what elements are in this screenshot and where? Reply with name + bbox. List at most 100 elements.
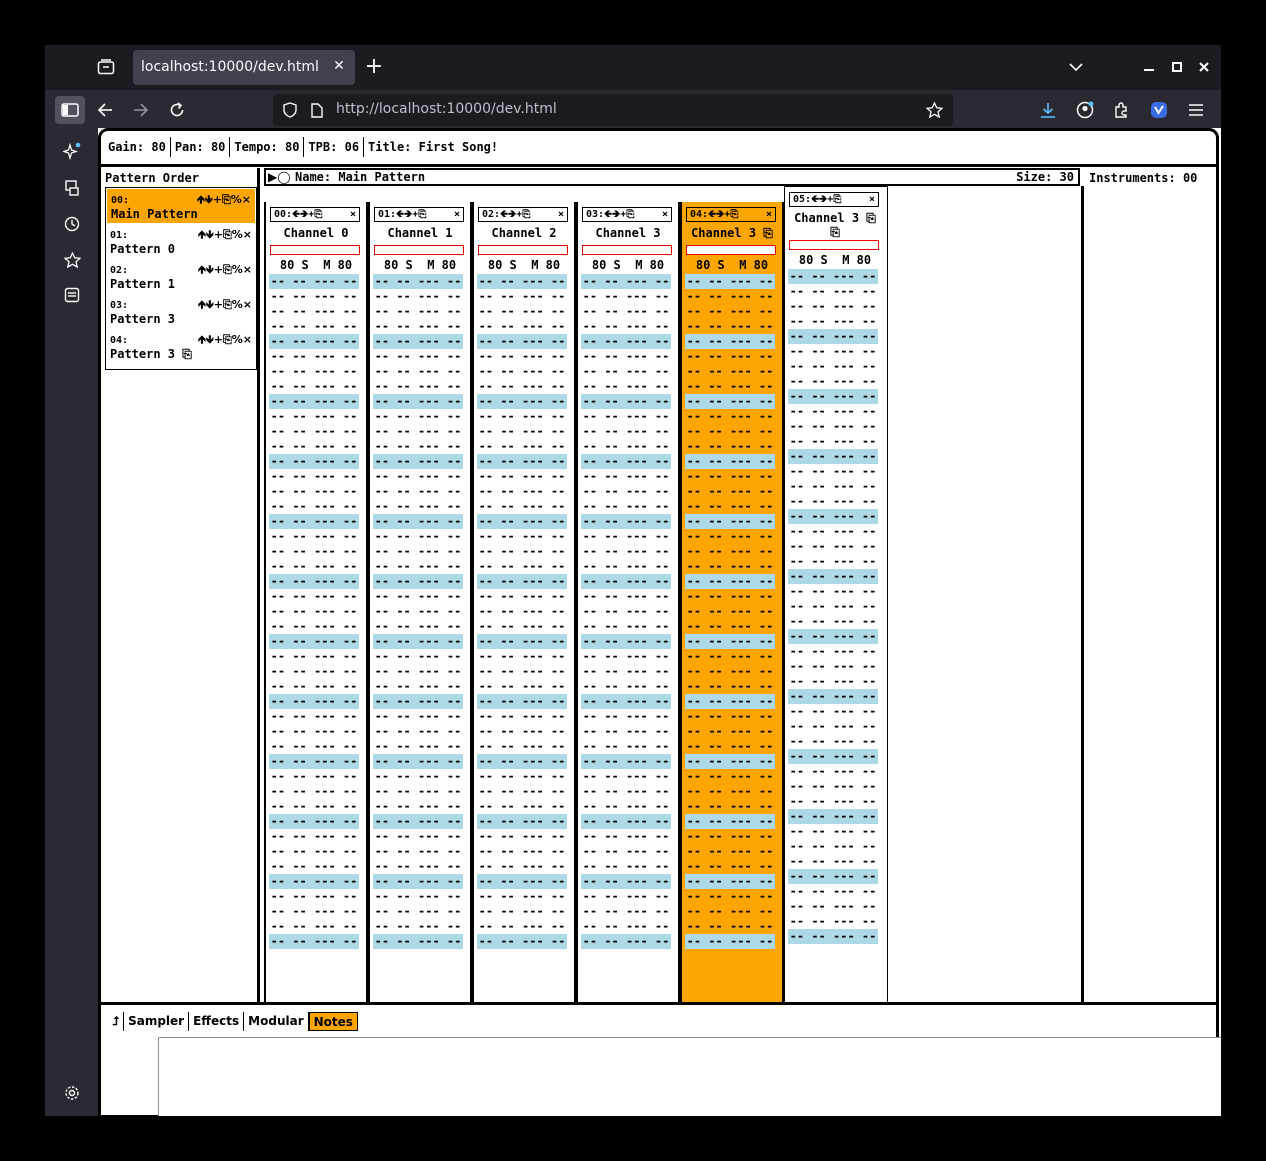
- maximize-icon[interactable]: [1164, 54, 1190, 80]
- pattern-row[interactable]: -- -- --- --: [373, 274, 463, 289]
- pattern-row[interactable]: -- -- --- --: [477, 409, 567, 424]
- pattern-row[interactable]: -- -- --- --: [685, 904, 775, 919]
- forward-icon[interactable]: [128, 97, 154, 123]
- pattern-row[interactable]: -- -- --- --: [269, 499, 359, 514]
- pattern-row[interactable]: -- -- --- --: [788, 539, 878, 554]
- pattern-row[interactable]: -- -- --- --: [373, 814, 463, 829]
- pattern-row[interactable]: -- -- --- --: [581, 499, 671, 514]
- pattern-row[interactable]: -- -- --- --: [581, 544, 671, 559]
- channel-controls[interactable]: 05:🡸🡺+⎘ ×: [789, 192, 879, 207]
- pattern-row[interactable]: -- -- --- --: [269, 934, 359, 949]
- gain-setting[interactable]: Gain: 80: [104, 137, 171, 157]
- browser-tab[interactable]: localhost:10000/dev.html ✕: [133, 50, 355, 85]
- pattern-row[interactable]: -- -- --- --: [269, 769, 359, 784]
- channel-controls[interactable]: 04:🡸🡺+⎘ ×: [686, 207, 776, 222]
- pattern-order-controls[interactable]: 🡹🡻+⎘%×: [198, 226, 252, 245]
- pattern-row[interactable]: -- -- --- --: [581, 274, 671, 289]
- pattern-row[interactable]: -- -- --- --: [788, 704, 878, 719]
- pattern-row[interactable]: -- -- --- --: [788, 374, 878, 389]
- channel-controls[interactable]: 03:🡸🡺+⎘ ×: [582, 207, 672, 222]
- channel-copy-icon[interactable]: ⎘: [785, 225, 885, 240]
- pattern-row[interactable]: -- -- --- --: [581, 364, 671, 379]
- pattern-row[interactable]: -- -- --- --: [581, 334, 671, 349]
- channel-number-controls[interactable]: 05:🡸🡺+⎘: [793, 194, 841, 205]
- new-tab-icon[interactable]: +: [361, 54, 387, 80]
- pattern-row[interactable]: -- -- --- --: [685, 829, 775, 844]
- pattern-row[interactable]: -- -- --- --: [373, 889, 463, 904]
- pattern-row[interactable]: -- -- --- --: [477, 574, 567, 589]
- pattern-row[interactable]: -- -- --- --: [581, 604, 671, 619]
- tab-notes[interactable]: Notes: [308, 1012, 358, 1031]
- pattern-row[interactable]: -- -- --- --: [581, 769, 671, 784]
- pattern-row[interactable]: -- -- --- --: [685, 364, 775, 379]
- pattern-row[interactable]: -- -- --- --: [477, 649, 567, 664]
- pattern-row[interactable]: -- -- --- --: [373, 559, 463, 574]
- pattern-row[interactable]: -- -- --- --: [581, 889, 671, 904]
- pattern-row[interactable]: -- -- --- --: [581, 439, 671, 454]
- pattern-row[interactable]: -- -- --- --: [581, 484, 671, 499]
- pattern-row[interactable]: -- -- --- --: [685, 739, 775, 754]
- pattern-row[interactable]: -- -- --- --: [373, 829, 463, 844]
- pattern-row[interactable]: -- -- --- --: [685, 844, 775, 859]
- pattern-row[interactable]: -- -- --- --: [269, 784, 359, 799]
- pattern-row[interactable]: -- -- --- --: [373, 904, 463, 919]
- pattern-row[interactable]: -- -- --- --: [685, 634, 775, 649]
- pattern-row[interactable]: -- -- --- --: [581, 454, 671, 469]
- pattern-row[interactable]: -- -- --- --: [477, 289, 567, 304]
- pattern-row[interactable]: -- -- --- --: [269, 739, 359, 754]
- pattern-row[interactable]: -- -- --- --: [581, 784, 671, 799]
- pattern-row[interactable]: -- -- --- --: [685, 889, 775, 904]
- pattern-row[interactable]: -- -- --- --: [373, 709, 463, 724]
- pattern-row[interactable]: -- -- --- --: [788, 464, 878, 479]
- pattern-row[interactable]: -- -- --- --: [788, 449, 878, 464]
- pattern-row[interactable]: -- -- --- --: [685, 544, 775, 559]
- pattern-size-value[interactable]: 30: [1060, 170, 1074, 184]
- pattern-size[interactable]: Size: 30: [1016, 170, 1074, 184]
- channel-mix[interactable]: 80 S M 80: [370, 258, 470, 272]
- pattern-row[interactable]: -- -- --- --: [788, 764, 878, 779]
- pattern-row[interactable]: -- -- --- --: [373, 919, 463, 934]
- pattern-row[interactable]: -- -- --- --: [685, 289, 775, 304]
- pattern-row[interactable]: -- -- --- --: [685, 619, 775, 634]
- channel-name[interactable]: Channel 3 ⎘: [682, 226, 782, 241]
- pattern-row[interactable]: -- -- --- --: [581, 694, 671, 709]
- pattern-row[interactable]: -- -- --- --: [373, 574, 463, 589]
- pattern-row[interactable]: -- -- --- --: [477, 859, 567, 874]
- collapse-icon[interactable]: ⮥: [108, 1012, 125, 1031]
- pattern-row[interactable]: -- -- --- --: [788, 344, 878, 359]
- tab-sampler[interactable]: Sampler: [124, 1012, 190, 1031]
- channel-number-controls[interactable]: 04:🡸🡺+⎘: [690, 209, 738, 220]
- pattern-row[interactable]: -- -- --- --: [685, 454, 775, 469]
- pattern-row[interactable]: -- -- --- --: [788, 329, 878, 344]
- pattern-row[interactable]: -- -- --- --: [269, 274, 359, 289]
- close-icon[interactable]: ×: [869, 193, 875, 206]
- pattern-row[interactable]: -- -- --- --: [269, 754, 359, 769]
- pattern-row[interactable]: -- -- --- --: [477, 514, 567, 529]
- back-icon[interactable]: [92, 97, 118, 123]
- pattern-row[interactable]: -- -- --- --: [373, 319, 463, 334]
- minimize-icon[interactable]: [1136, 54, 1162, 80]
- close-icon[interactable]: ×: [766, 208, 772, 221]
- pattern-row[interactable]: -- -- --- --: [373, 379, 463, 394]
- pattern-row[interactable]: -- -- --- --: [788, 404, 878, 419]
- pattern-row[interactable]: -- -- --- --: [269, 439, 359, 454]
- pattern-row[interactable]: -- -- --- --: [477, 394, 567, 409]
- pattern-row[interactable]: -- -- --- --: [477, 664, 567, 679]
- pattern-row[interactable]: -- -- --- --: [788, 569, 878, 584]
- sidebar-toggle-icon[interactable]: [55, 96, 85, 124]
- pattern-row[interactable]: -- -- --- --: [269, 889, 359, 904]
- pattern-row[interactable]: -- -- --- --: [269, 919, 359, 934]
- pattern-row[interactable]: -- -- --- --: [685, 439, 775, 454]
- pattern-row[interactable]: -- -- --- --: [685, 604, 775, 619]
- pattern-row[interactable]: -- -- --- --: [373, 529, 463, 544]
- pattern-row[interactable]: -- -- --- --: [373, 664, 463, 679]
- pattern-row[interactable]: -- -- --- --: [788, 854, 878, 869]
- pattern-row[interactable]: -- -- --- --: [788, 434, 878, 449]
- pattern-order-name[interactable]: Pattern 0: [110, 242, 175, 256]
- pattern-row[interactable]: -- -- --- --: [477, 349, 567, 364]
- pattern-row[interactable]: -- -- --- --: [788, 359, 878, 374]
- pattern-row[interactable]: -- -- --- --: [477, 619, 567, 634]
- pattern-order-item[interactable]: 01: 🡹🡻+⎘%× Pattern 0: [106, 224, 256, 259]
- pattern-row[interactable]: -- -- --- --: [269, 349, 359, 364]
- pattern-row[interactable]: -- -- --- --: [477, 829, 567, 844]
